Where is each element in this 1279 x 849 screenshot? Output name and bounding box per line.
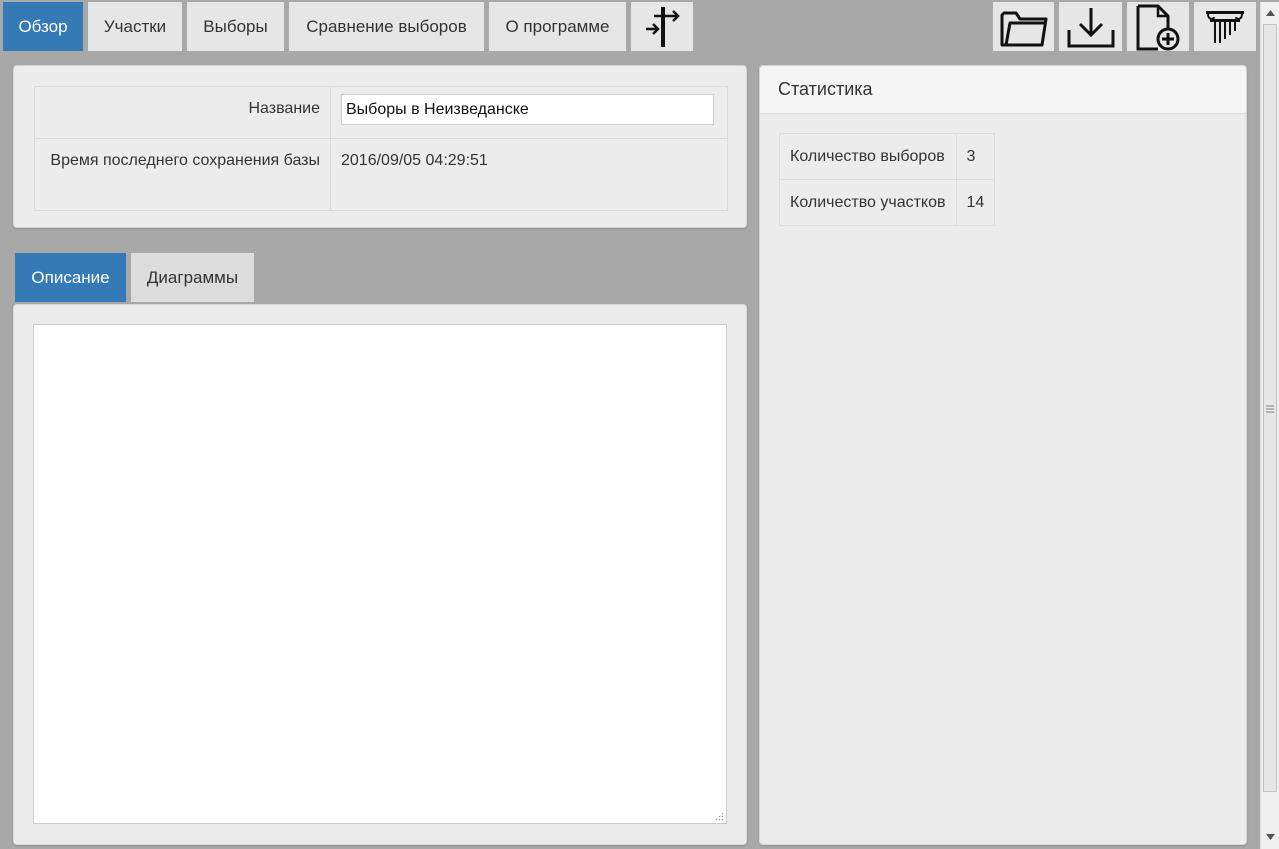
download-icon — [1067, 7, 1114, 47]
signpost-button[interactable] — [631, 2, 693, 51]
tab-compare-elections[interactable]: Сравнение выборов — [289, 2, 484, 51]
tab-overview[interactable]: Обзор — [3, 2, 83, 51]
tab-elections[interactable]: Выборы — [187, 2, 284, 51]
new-file-button[interactable] — [1127, 2, 1189, 51]
tab-about[interactable]: О программе — [489, 2, 626, 51]
name-input[interactable] — [341, 94, 714, 125]
statistics-panel: Статистика Количество выборов 3 Количест… — [759, 65, 1247, 845]
resize-grip-icon[interactable] — [714, 811, 724, 821]
tab-precincts[interactable]: Участки — [88, 2, 182, 51]
tab-description[interactable]: Описание — [15, 253, 126, 302]
scroll-down-icon[interactable] — [1261, 828, 1279, 846]
tab-diagrams[interactable]: Диаграммы — [131, 253, 254, 302]
info-table: Название Время последнего сохранения баз… — [34, 86, 728, 211]
elections-count-value: 3 — [955, 133, 996, 180]
info-panel: Название Время последнего сохранения баз… — [13, 65, 747, 228]
column-icon — [1206, 10, 1244, 43]
vertical-scrollbar[interactable] — [1260, 2, 1279, 849]
saved-time-value: 2016/09/05 04:29:51 — [330, 138, 728, 211]
column-button[interactable] — [1194, 2, 1256, 51]
table-row: Время последнего сохранения базы 2016/09… — [34, 138, 728, 211]
statistics-title: Статистика — [760, 66, 1246, 114]
saved-time-label: Время последнего сохранения базы — [34, 138, 331, 211]
signpost-icon — [646, 6, 680, 47]
precincts-count-value: 14 — [955, 179, 996, 226]
scroll-thumb[interactable] — [1263, 24, 1277, 792]
download-button[interactable] — [1059, 2, 1122, 51]
table-row: Название — [34, 86, 728, 139]
open-file-button[interactable] — [993, 2, 1054, 51]
new-file-icon — [1136, 4, 1180, 50]
name-label: Название — [34, 86, 331, 139]
grip-lines-icon — [1266, 405, 1274, 413]
scroll-up-icon[interactable] — [1261, 4, 1279, 22]
description-textarea[interactable] — [33, 324, 727, 824]
elections-count-label: Количество выборов — [779, 133, 957, 180]
description-panel — [13, 304, 747, 845]
name-cell — [330, 86, 728, 139]
table-row: Количество выборов 3 — [779, 133, 996, 180]
precincts-count-label: Количество участков — [779, 179, 957, 226]
statistics-table: Количество выборов 3 Количество участков… — [779, 133, 996, 226]
open-folder-icon — [1000, 11, 1047, 46]
table-row: Количество участков 14 — [779, 179, 996, 226]
